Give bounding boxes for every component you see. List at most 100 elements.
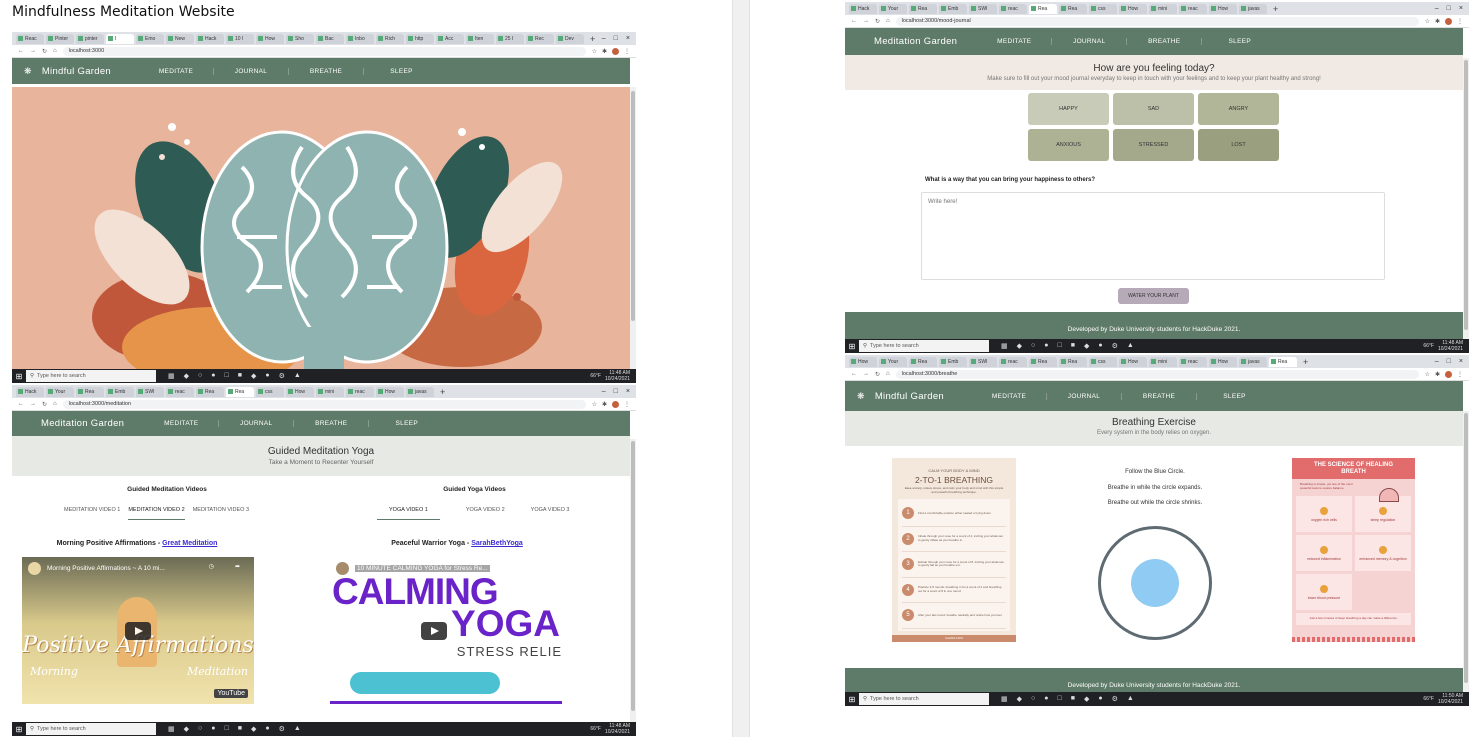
windows-start-icon[interactable]: ⊞ [845, 342, 859, 351]
taskbar-search[interactable]: ⚲ Type here to search [26, 370, 156, 382]
brand-name[interactable]: Mindful Garden [42, 66, 111, 77]
browser-tab[interactable]: css [256, 386, 284, 397]
browser-tab[interactable]: Hack [196, 33, 224, 44]
window-controls[interactable]: – □ × [602, 35, 636, 42]
reload-icon[interactable]: ↻ [42, 401, 47, 408]
extensions-icon[interactable]: ✱ [1435, 18, 1440, 25]
menu-icon[interactable]: ⋮ [1457, 371, 1463, 378]
browser-tab[interactable]: reac [166, 386, 194, 397]
forward-icon[interactable]: → [30, 401, 36, 407]
youtube-logo[interactable]: YouTube [214, 689, 248, 698]
mood-button-angry[interactable]: ANGRY [1198, 93, 1279, 125]
browser-tab[interactable]: mini [316, 386, 344, 397]
browser-tab[interactable]: Rea [1269, 356, 1297, 367]
browser-tab[interactable]: Emb [106, 386, 134, 397]
browser-tab[interactable]: Sho [286, 33, 314, 44]
star-icon[interactable]: ☆ [592, 48, 597, 55]
window-controls[interactable]: – □ × [1435, 5, 1469, 12]
page-scrollbar[interactable] [1463, 411, 1469, 692]
nav-breathe[interactable]: BREATHE [1122, 392, 1197, 400]
home-icon[interactable]: ⌂ [886, 18, 890, 24]
browser-tab[interactable]: reac [1179, 356, 1207, 367]
windows-start-icon[interactable]: ⊞ [12, 372, 26, 381]
tab-meditation-video-2[interactable]: MEDITATION VIDEO 2 [128, 507, 185, 520]
tab-yoga-video-3[interactable]: YOGA VIDEO 3 [531, 507, 570, 520]
browser-tab[interactable]: Emo [136, 33, 164, 44]
browser-tab[interactable]: How [376, 386, 404, 397]
extensions-icon[interactable]: ✱ [602, 401, 607, 408]
browser-tab[interactable]: How [849, 356, 877, 367]
browser-tab[interactable]: SWI [969, 3, 997, 14]
water-plant-button[interactable]: WATER YOUR PLANT [1118, 288, 1189, 304]
tab-yoga-video-2[interactable]: YOGA VIDEO 2 [466, 507, 505, 520]
nav-meditate[interactable]: MEDITATE [972, 392, 1047, 400]
browser-tab[interactable]: New [166, 33, 194, 44]
tab-meditation-video-3[interactable]: MEDITATION VIDEO 3 [193, 507, 249, 520]
browser-tab[interactable]: How [286, 386, 314, 397]
browser-tab[interactable]: Rea [226, 386, 254, 397]
nav-sleep[interactable]: SLEEP [1197, 393, 1272, 400]
forward-icon[interactable]: → [863, 18, 869, 24]
home-icon[interactable]: ⌂ [53, 48, 57, 54]
avatar[interactable] [1445, 17, 1452, 25]
nav-breathe[interactable]: BREATHE [1127, 38, 1203, 45]
menu-icon[interactable]: ⋮ [624, 48, 630, 55]
browser-tab[interactable]: Iten [466, 33, 494, 44]
back-icon[interactable]: ← [18, 48, 24, 54]
reload-icon[interactable]: ↻ [42, 48, 47, 55]
browser-tab[interactable]: How [256, 33, 284, 44]
reload-icon[interactable]: ↻ [875, 18, 880, 25]
browser-tab[interactable]: Dev [556, 33, 584, 44]
browser-tab[interactable]: Rea [1059, 356, 1087, 367]
nav-journal[interactable]: JOURNAL [214, 67, 289, 75]
browser-tab[interactable]: 25 I [496, 33, 524, 44]
nav-meditate[interactable]: MEDITATE [977, 38, 1053, 45]
brand-name[interactable]: Mindful Garden [875, 391, 944, 402]
browser-tab[interactable]: How [1209, 356, 1237, 367]
browser-tab[interactable]: Your [879, 356, 907, 367]
nav-sleep[interactable]: SLEEP [369, 420, 444, 427]
browser-tab[interactable]: reac [999, 3, 1027, 14]
nav-meditate[interactable]: MEDITATE [144, 420, 220, 427]
menu-icon[interactable]: ⋮ [624, 401, 630, 408]
url-field[interactable]: localhost:3000 [62, 46, 586, 56]
nav-breathe[interactable]: BREATHE [294, 420, 370, 427]
forward-icon[interactable]: → [863, 371, 869, 377]
browser-tab[interactable]: Hack [849, 3, 877, 14]
window-controls[interactable]: – □ × [602, 388, 636, 395]
url-field[interactable]: localhost:3000/breathe [895, 369, 1419, 379]
back-icon[interactable]: ← [851, 18, 857, 24]
nav-journal[interactable]: JOURNAL [1047, 392, 1122, 400]
play-icon[interactable] [421, 621, 448, 640]
avatar[interactable] [1445, 370, 1452, 378]
progress-bar[interactable] [330, 701, 562, 704]
windows-start-icon[interactable]: ⊞ [845, 695, 859, 704]
browser-tab[interactable]: javas [406, 386, 434, 397]
nav-breathe[interactable]: BREATHE [289, 67, 364, 75]
nav-sleep[interactable]: SLEEP [364, 68, 439, 75]
window-controls[interactable]: – □ × [1435, 358, 1469, 365]
browser-tab[interactable]: SWI [136, 386, 164, 397]
browser-tab[interactable]: Rea [1029, 3, 1057, 14]
browser-tab[interactable]: javas [1239, 3, 1267, 14]
page-scrollbar[interactable] [1463, 58, 1469, 339]
home-icon[interactable]: ⌂ [53, 401, 57, 407]
browser-tab[interactable]: css [1089, 356, 1117, 367]
browser-tab[interactable]: Rea [1059, 3, 1087, 14]
mood-button-sad[interactable]: SAD [1113, 93, 1194, 125]
home-icon[interactable]: ⌂ [886, 371, 890, 377]
browser-tab[interactable]: Reac [16, 33, 44, 44]
mood-button-stressed[interactable]: STRESSED [1113, 129, 1194, 161]
tab-yoga-video-1[interactable]: YOGA VIDEO 1 [377, 507, 440, 520]
back-icon[interactable]: ← [18, 401, 24, 407]
windows-start-icon[interactable]: ⊞ [12, 725, 26, 734]
extensions-icon[interactable]: ✱ [602, 48, 607, 55]
browser-tab[interactable]: pinter [76, 33, 104, 44]
new-tab-icon[interactable]: + [1303, 357, 1308, 367]
browser-tab[interactable]: 10 I [226, 33, 254, 44]
browser-tab[interactable]: reac [346, 386, 374, 397]
watch-later-icon[interactable]: ◷ [209, 563, 214, 570]
yoga-video-player[interactable]: 10 MINUTE CALMING YOGA for Stress Re... … [330, 557, 562, 704]
avatar[interactable] [612, 47, 619, 55]
nav-journal[interactable]: JOURNAL [1052, 38, 1128, 45]
